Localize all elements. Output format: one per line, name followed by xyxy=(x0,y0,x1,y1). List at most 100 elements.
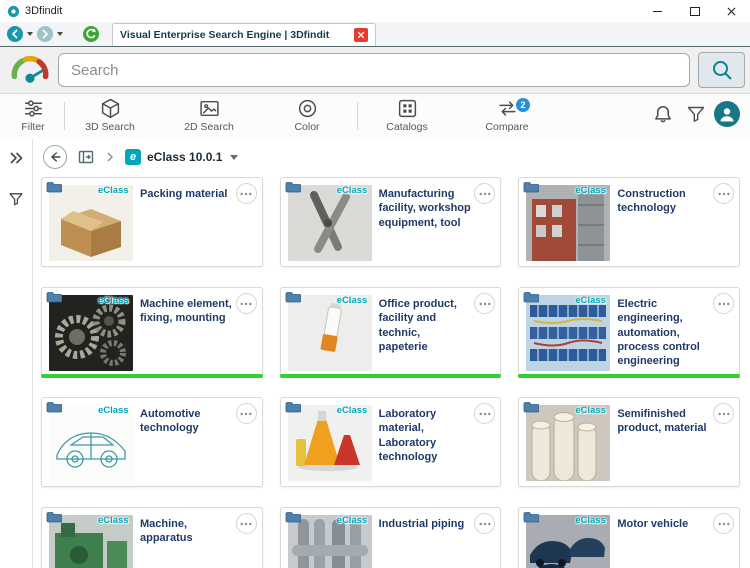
back-history-caret[interactable] xyxy=(27,32,33,36)
category-card[interactable]: eClass Automotive technology xyxy=(41,397,263,487)
cube-3d-icon xyxy=(100,98,121,119)
app-icon xyxy=(7,5,20,18)
breadcrumb-category-label: eClass 10.0.1 xyxy=(147,150,223,164)
folder-icon xyxy=(46,511,62,523)
window-controls xyxy=(639,0,750,22)
card-image xyxy=(287,295,372,371)
card-image xyxy=(526,185,611,261)
maximize-button[interactable] xyxy=(676,0,713,22)
card-title: Machine, apparatus xyxy=(140,518,193,545)
close-icon xyxy=(727,7,736,15)
search-icon xyxy=(712,61,732,80)
toolbar-compare[interactable]: Compare 2 xyxy=(472,98,542,133)
toolbar-3d-search[interactable]: 3D Search xyxy=(75,98,145,133)
more-options-button[interactable] xyxy=(474,183,496,204)
card-title: Semifinished product, material xyxy=(617,408,707,435)
category-card[interactable]: eClass Office product, facility and tech… xyxy=(279,287,502,378)
category-card[interactable]: eClass Machine element, fixing, mounting xyxy=(41,287,263,378)
more-options-button[interactable] xyxy=(235,403,257,424)
eclass-brand-mark: eClass xyxy=(98,295,129,306)
search-section xyxy=(0,47,750,94)
ellipsis-icon xyxy=(479,522,491,525)
ellipsis-icon xyxy=(240,192,252,195)
close-button[interactable] xyxy=(713,0,750,22)
more-options-button[interactable] xyxy=(713,183,734,204)
folder-icon xyxy=(46,291,62,303)
more-options-button[interactable] xyxy=(474,403,496,424)
category-card[interactable]: eClass Semifinished product, material xyxy=(518,397,740,487)
tab-close-button[interactable] xyxy=(354,28,368,42)
catalogs-grid-icon xyxy=(397,98,418,119)
card-title: Packing material xyxy=(140,188,228,200)
person-icon xyxy=(720,108,734,122)
more-options-button[interactable] xyxy=(713,403,734,424)
folder-icon xyxy=(46,401,62,413)
toolbar-2d-search[interactable]: 2D Search xyxy=(174,98,244,133)
category-card-grid: eClass Packing material eClass Manufactu… xyxy=(33,175,750,568)
expand-sidebar-button[interactable] xyxy=(8,151,24,167)
ellipsis-icon xyxy=(240,522,252,525)
window-titlebar: 3Dfindit xyxy=(0,0,750,22)
card-title: Electric engineering, automation, proces… xyxy=(617,298,700,368)
toolbar-catalogs-label: Catalogs xyxy=(386,121,428,133)
category-card[interactable]: eClass Motor vehicle xyxy=(518,507,740,568)
toolbar-color[interactable]: Color xyxy=(272,98,342,133)
ellipsis-icon xyxy=(718,302,729,305)
category-card[interactable]: eClass Packing material xyxy=(41,177,263,267)
category-card[interactable]: eClass Machine, apparatus xyxy=(41,507,263,568)
toolbar-catalogs[interactable]: Catalogs xyxy=(372,98,442,133)
folder-icon xyxy=(285,291,301,303)
card-title: Machine element, fixing, mounting xyxy=(140,298,232,325)
color-ring-icon xyxy=(297,98,318,119)
category-card[interactable]: eClass Laboratory material, Laboratory t… xyxy=(279,397,502,487)
filter-results-button[interactable] xyxy=(686,104,708,126)
card-title: Office product, facility and technic, pa… xyxy=(378,298,457,353)
search-input[interactable] xyxy=(58,53,690,87)
more-options-button[interactable] xyxy=(474,293,496,314)
eclass-brand-mark: eClass xyxy=(575,295,606,306)
category-card[interactable]: eClass Industrial piping xyxy=(279,507,502,568)
toolbar-separator xyxy=(357,102,358,130)
category-card[interactable]: eClass Electric engineering, automation,… xyxy=(518,287,740,378)
left-sidebar xyxy=(0,139,33,568)
card-title: Manufacturing facility, workshop equipme… xyxy=(378,188,471,229)
card-image xyxy=(526,295,611,371)
double-chevron-right-icon xyxy=(10,152,23,164)
breadcrumb-category-dropdown[interactable]: e eClass 10.0.1 xyxy=(125,149,239,165)
breadcrumb-back-button[interactable] xyxy=(43,145,67,169)
more-options-button[interactable] xyxy=(235,513,257,534)
user-avatar[interactable] xyxy=(714,101,740,127)
eclass-brand-mark: eClass xyxy=(575,185,606,196)
tree-panel-icon[interactable] xyxy=(77,148,95,166)
breadcrumb: e eClass 10.0.1 xyxy=(33,139,750,175)
forward-history-caret[interactable] xyxy=(57,32,63,36)
refresh-button[interactable] xyxy=(83,26,99,42)
more-options-button[interactable] xyxy=(713,513,734,534)
category-card[interactable]: eClass Construction technology xyxy=(518,177,740,267)
toolbar-filter[interactable]: Filter xyxy=(0,98,68,133)
minimize-button[interactable] xyxy=(639,0,676,22)
sidebar-filter-button[interactable] xyxy=(8,191,24,207)
category-card[interactable]: eClass Manufacturing facility, workshop … xyxy=(279,177,502,267)
ellipsis-icon xyxy=(479,412,491,415)
eclass-brand-mark: eClass xyxy=(336,515,368,526)
more-options-button[interactable] xyxy=(235,293,257,314)
ellipsis-icon xyxy=(718,522,729,525)
ellipsis-icon xyxy=(718,192,729,195)
ellipsis-icon xyxy=(240,412,252,415)
ellipsis-icon xyxy=(479,192,491,195)
tab-visual-enterprise-search[interactable]: Visual Enterprise Search Engine | 3Dfind… xyxy=(112,23,376,46)
photo-2d-icon xyxy=(199,98,220,119)
compare-arrows-icon xyxy=(497,98,518,119)
more-options-button[interactable] xyxy=(713,293,734,314)
eclass-brand-mark: eClass xyxy=(98,185,129,196)
nav-back-button[interactable] xyxy=(7,26,23,42)
card-image xyxy=(287,185,372,261)
more-options-button[interactable] xyxy=(235,183,257,204)
notifications-button[interactable] xyxy=(652,104,674,126)
search-button[interactable] xyxy=(698,52,745,88)
nav-forward-button[interactable] xyxy=(37,26,53,42)
eclass-brand-mark: eClass xyxy=(336,295,368,306)
eclass-brand-mark: eClass xyxy=(98,515,129,526)
more-options-button[interactable] xyxy=(474,513,496,534)
